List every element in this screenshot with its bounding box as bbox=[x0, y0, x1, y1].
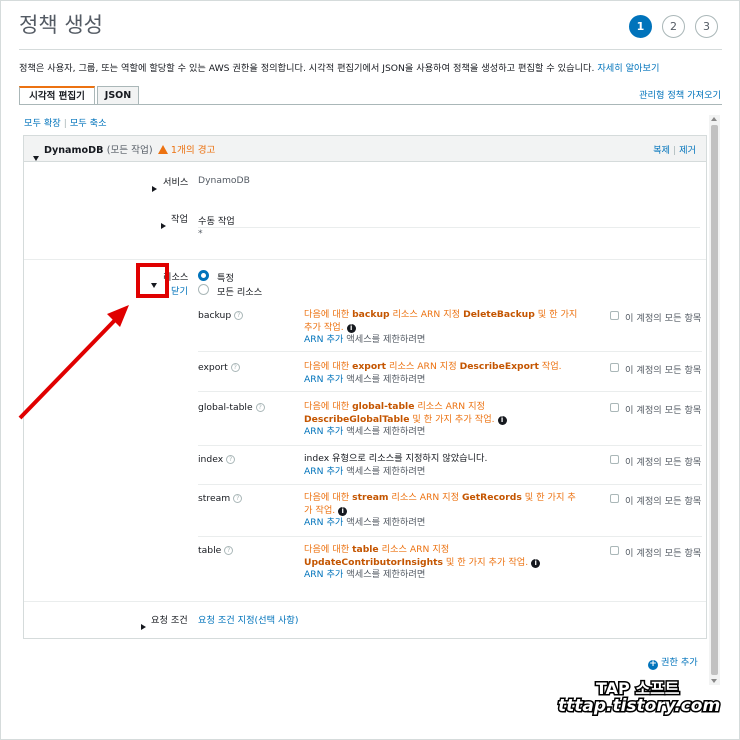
annotation-arrow-icon bbox=[18, 305, 129, 420]
watermark-url: tttap.tistory.com bbox=[556, 695, 721, 718]
